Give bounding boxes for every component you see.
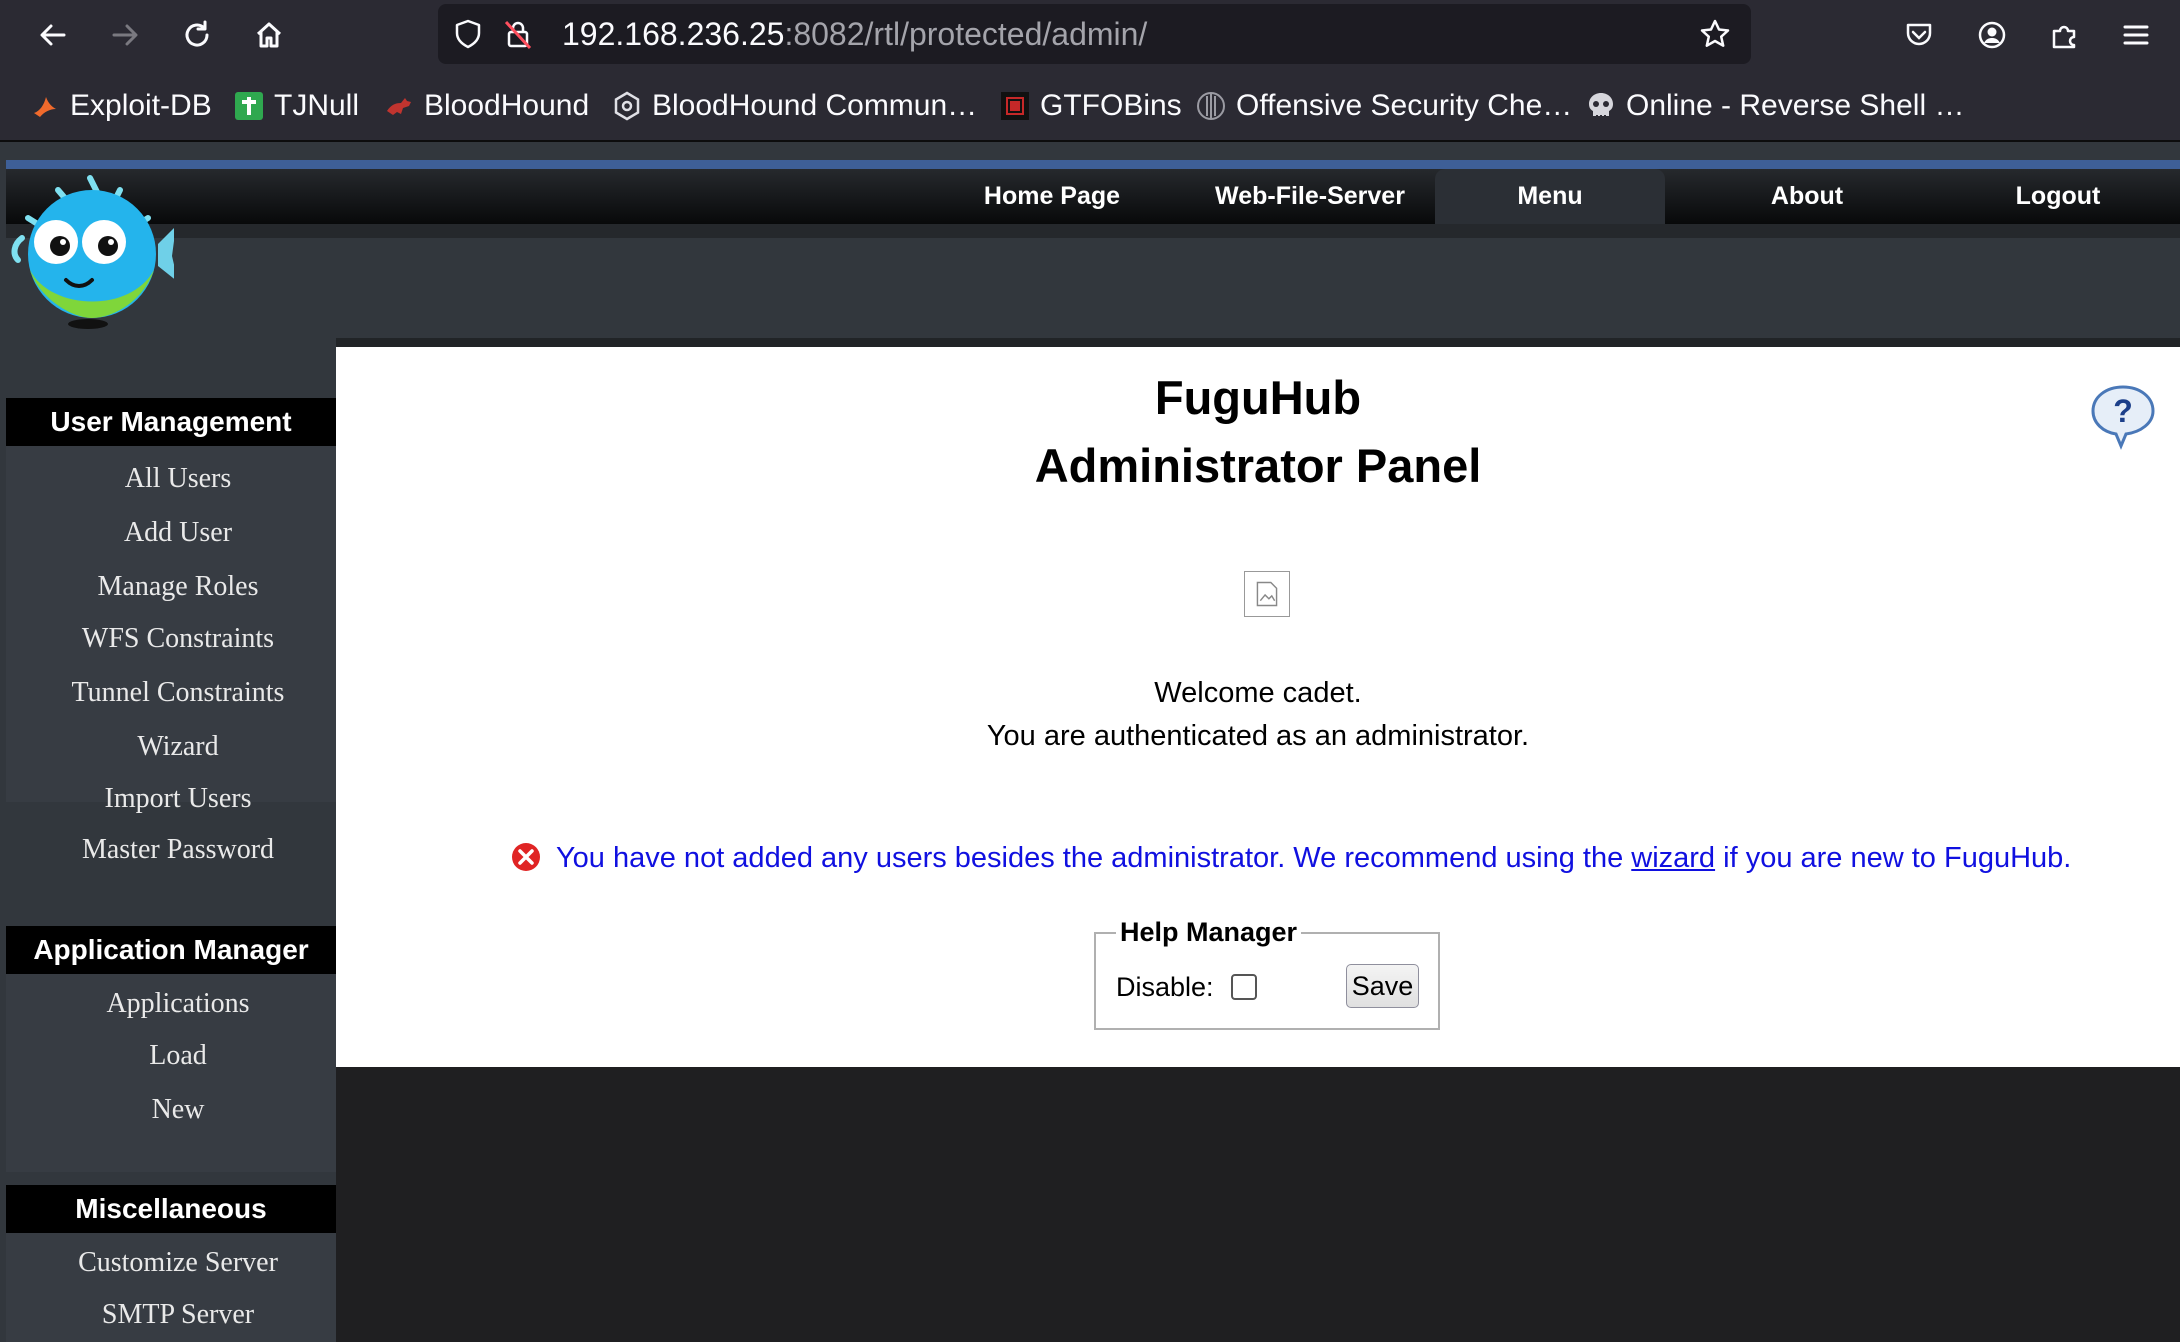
web-page: Home Page Web-File-Server Menu About Log… (0, 142, 2180, 1342)
sidebar-item-wizard[interactable]: Wizard (6, 731, 350, 763)
sidebar-item-import-users[interactable]: Import Users (6, 783, 350, 815)
auth-message: You are authenticated as an administrato… (986, 720, 1530, 752)
save-button[interactable]: Save (1346, 964, 1419, 1008)
bloodhound-community-icon (614, 91, 640, 121)
exploit-db-icon (34, 97, 56, 117)
back-arrow-icon[interactable] (30, 12, 76, 58)
admin-sidebar: User Management All Users Add User Manag… (6, 347, 336, 1342)
nav-logout[interactable]: Logout (1968, 169, 2148, 224)
bookmark-tjnull[interactable]: TJNull (234, 86, 359, 126)
disable-label: Disable: (1116, 972, 1214, 1002)
nav-web-file-server[interactable]: Web-File-Server (1204, 169, 1416, 224)
warning-text: You have not added any users besides the… (556, 842, 2072, 874)
sidebar-section-user-management: User Management (6, 398, 336, 446)
bookmark-bloodhound-community[interactable]: BloodHound Commun… (612, 86, 977, 126)
broken-image-icon (1244, 571, 1290, 617)
sidebar-section-application-manager-body: Applications Load New (6, 974, 336, 1172)
content-top-border (336, 338, 2180, 347)
content-footer-area (336, 1067, 2180, 1342)
top-navigation: Home Page Web-File-Server Menu About Log… (6, 169, 2180, 224)
url-bar[interactable]: 192.168.236.25:8082/rtl/protected/admin/ (438, 4, 1751, 64)
gtfobins-icon (1001, 92, 1029, 120)
sidebar-item-wfs-constraints[interactable]: WFS Constraints (6, 623, 350, 655)
sidebar-section-user-management-body: All Users Add User Manage Roles WFS Cons… (6, 446, 336, 814)
sidebar-item-load[interactable]: Load (6, 1040, 350, 1072)
shield-icon[interactable] (452, 18, 484, 50)
page-subtitle: Administrator Panel (1034, 439, 1482, 492)
offsec-icon (1197, 92, 1225, 120)
disable-help-checkbox[interactable] (1231, 974, 1257, 1000)
help-manager-fieldset: Help Manager Disable: Save (1094, 917, 1440, 1030)
nav-menu[interactable]: Menu (1435, 169, 1665, 224)
sidebar-item-master-password[interactable]: Master Password (6, 834, 350, 866)
bloodhound-icon (387, 98, 411, 115)
header-stripe (6, 160, 2180, 169)
help-manager-legend: Help Manager (1116, 917, 1302, 948)
admin-content-panel: FuguHub Administrator Panel ? Welcome ca… (336, 347, 2180, 1067)
error-icon (512, 843, 540, 871)
sidebar-item-customize-server[interactable]: Customize Server (6, 1247, 350, 1279)
wizard-link[interactable]: wizard (1631, 842, 1715, 874)
url-text[interactable]: 192.168.236.25:8082/rtl/protected/admin/ (562, 18, 1147, 50)
reload-icon[interactable] (174, 12, 220, 58)
pocket-icon[interactable] (1896, 12, 1942, 58)
browser-toolbar: 192.168.236.25:8082/rtl/protected/admin/ (0, 0, 2180, 70)
bookmarks-toolbar: Exploit-DB TJNull BloodHound BloodHound … (0, 70, 2180, 142)
page-title: FuguHub (1154, 371, 1362, 424)
bookmark-bloodhound[interactable]: BloodHound (384, 86, 589, 126)
sidebar-item-manage-roles[interactable]: Manage Roles (6, 571, 350, 603)
skull-icon (1589, 93, 1613, 118)
sidebar-item-all-users[interactable]: All Users (6, 463, 350, 495)
bookmark-offsec[interactable]: Offensive Security Che… (1196, 86, 1572, 126)
bookmark-gtfobins[interactable]: GTFOBins (1000, 86, 1182, 126)
nav-underline (6, 224, 2180, 238)
nav-about[interactable]: About (1720, 169, 1894, 224)
sidebar-section-miscellaneous: Miscellaneous (6, 1185, 336, 1233)
sidebar-item-tunnel-constraints[interactable]: Tunnel Constraints (6, 677, 350, 709)
account-icon[interactable] (1969, 12, 2015, 58)
tjnull-icon (235, 92, 263, 120)
bookmark-exploit-db[interactable]: Exploit-DB (30, 86, 212, 126)
sidebar-item-smtp-server[interactable]: SMTP Server (6, 1299, 350, 1331)
svg-text:?: ? (2113, 393, 2133, 429)
no-users-warning: You have not added any users besides the… (510, 840, 2110, 880)
hamburger-menu-icon[interactable] (2113, 12, 2159, 58)
sidebar-item-new[interactable]: New (6, 1094, 350, 1126)
forward-arrow-icon[interactable] (102, 12, 148, 58)
extensions-icon[interactable] (2041, 12, 2087, 58)
bookmark-reverse-shell[interactable]: Online - Reverse Shell … (1586, 86, 1964, 126)
help-icon[interactable]: ? (2089, 384, 2157, 450)
welcome-message: Welcome cadet. (1154, 677, 1362, 709)
sidebar-section-application-manager: Application Manager (6, 926, 336, 974)
sidebar-section-miscellaneous-body: Customize Server SMTP Server (6, 1233, 336, 1342)
fuguhub-logo[interactable] (8, 172, 174, 332)
nav-home-page[interactable]: Home Page (968, 169, 1136, 224)
insecure-lock-icon[interactable] (502, 18, 534, 50)
home-icon[interactable] (246, 12, 292, 58)
sidebar-item-applications[interactable]: Applications (6, 988, 350, 1020)
sidebar-item-add-user[interactable]: Add User (6, 517, 350, 549)
bookmark-star-icon[interactable] (1699, 18, 1731, 50)
